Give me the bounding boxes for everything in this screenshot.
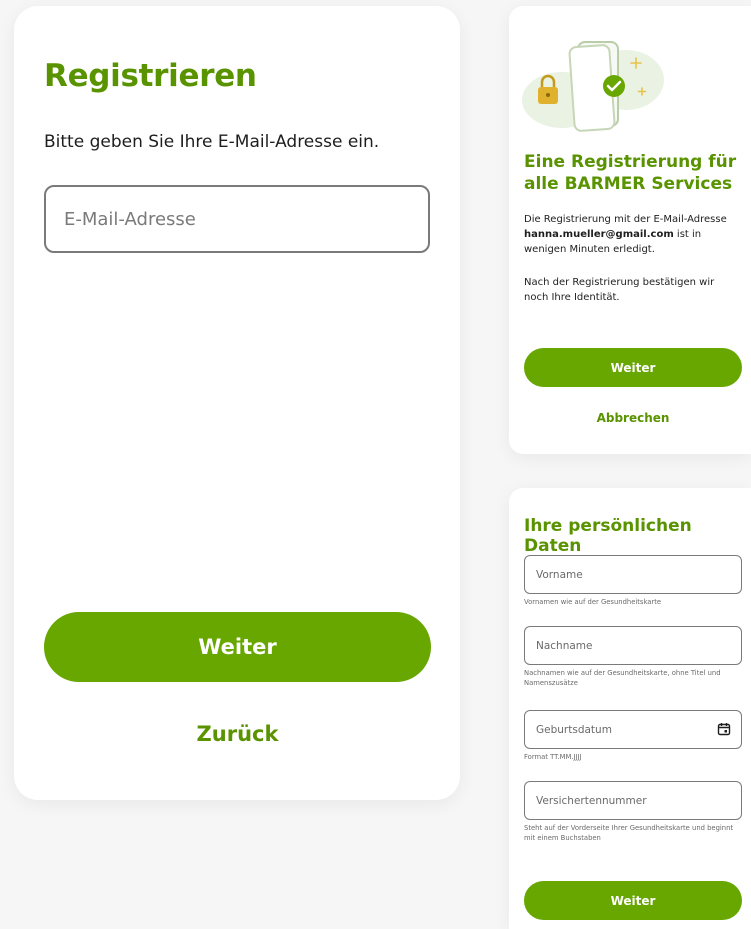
email-input[interactable] xyxy=(44,185,430,253)
continue-button[interactable]: Weiter xyxy=(524,881,742,920)
calendar-icon[interactable] xyxy=(717,722,731,736)
birthdate-input[interactable] xyxy=(524,710,742,749)
first-name-field-group: Vornamen wie auf der Gesundheitskarte xyxy=(524,555,742,607)
insurance-number-field-group: Steht auf der Vorderseite Ihrer Gesundhe… xyxy=(524,781,742,843)
check-icon xyxy=(603,75,625,97)
last-name-input[interactable] xyxy=(524,626,742,665)
continue-button[interactable]: Weiter xyxy=(44,612,431,682)
info-text: Die Registrierung mit der E-Mail-Adresse xyxy=(524,214,727,225)
insurance-number-input[interactable] xyxy=(524,781,742,820)
personal-data-card: Ihre persönlichen Daten Vornamen wie auf… xyxy=(509,488,751,929)
birthdate-field-group: Format TT.MM.JJJJ xyxy=(524,710,742,762)
cancel-link[interactable]: Abbrechen xyxy=(524,411,742,425)
email-address: hanna.mueller@gmail.com xyxy=(524,229,674,240)
registration-info-card: Eine Registrierung für alle BARMER Servi… xyxy=(509,6,751,454)
insurance-number-hint: Steht auf der Vorderseite Ihrer Gesundhe… xyxy=(524,824,734,842)
continue-button[interactable]: Weiter xyxy=(524,348,742,387)
page-subtitle: Bitte geben Sie Ihre E-Mail-Adresse ein. xyxy=(44,132,380,152)
info-title: Eine Registrierung für alle BARMER Servi… xyxy=(524,152,737,194)
page-title: Registrieren xyxy=(44,58,257,94)
personal-data-title: Ihre persönlichen Daten xyxy=(524,516,692,556)
info-paragraph: Die Registrierung mit der E-Mail-Adresse… xyxy=(524,212,739,257)
registration-card: Registrieren Bitte geben Sie Ihre E-Mail… xyxy=(14,6,460,800)
first-name-input[interactable] xyxy=(524,555,742,594)
identity-note: Nach der Registrierung bestätigen wir no… xyxy=(524,277,715,303)
birthdate-hint: Format TT.MM.JJJJ xyxy=(524,753,582,761)
last-name-field-group: Nachnamen wie auf der Gesundheitskarte, … xyxy=(524,626,742,688)
back-link[interactable]: Zurück xyxy=(44,722,431,746)
first-name-hint: Vornamen wie auf der Gesundheitskarte xyxy=(524,598,662,606)
registration-illustration xyxy=(522,41,664,132)
last-name-hint: Nachnamen wie auf der Gesundheitskarte, … xyxy=(524,669,721,687)
